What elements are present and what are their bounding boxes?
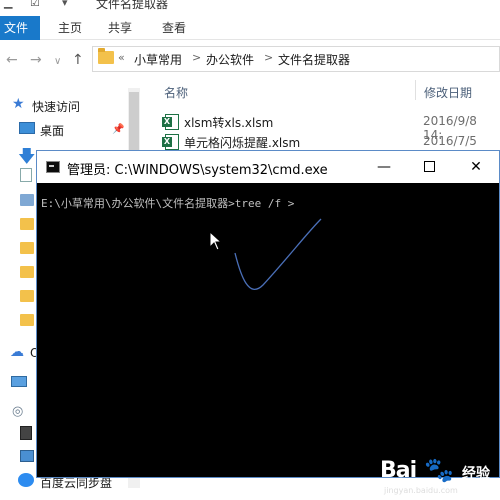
cmd-window[interactable]: 管理员: C:\WINDOWS\system32\cmd.exe — ✕ E:\…: [36, 150, 500, 478]
watermark-brand-cn: 经验: [462, 466, 490, 482]
breadcrumb-separator: >: [192, 51, 202, 64]
paw-icon: 🐾: [424, 456, 454, 484]
cmd-prompt: E:\小草常用\办公软件\文件名提取器>: [41, 197, 235, 210]
pictures-icon: [20, 450, 34, 462]
recent-locations-icon[interactable]: ∨: [54, 56, 61, 67]
this-pc-icon: [11, 376, 27, 387]
network-icon: ◎: [12, 404, 24, 419]
maximize-icon: [424, 161, 435, 172]
quick-access-dropdown-icon[interactable]: ▾: [62, 0, 68, 9]
quick-access-properties-icon[interactable]: ☑: [30, 0, 40, 9]
folder-icon: [20, 266, 34, 278]
baidu-jingyan-watermark: Bai 🐾 经验 jingyan.baidu.com: [380, 452, 500, 495]
excel-file-icon: [162, 114, 179, 130]
explorer-title-bar: ▁ ☑ ▾ 文件名提取器: [0, 0, 500, 14]
nav-scrollbar-thumb[interactable]: [129, 92, 139, 152]
pen-stroke-annotation: [234, 218, 322, 291]
star-icon: ★: [12, 96, 25, 112]
folder-icon: [98, 48, 114, 64]
picture-folder-icon: [20, 194, 34, 206]
close-icon: ✕: [470, 159, 482, 175]
address-chevron-icon[interactable]: «: [118, 51, 125, 64]
excel-file-icon: [162, 134, 179, 150]
console-icon: [46, 161, 60, 173]
up-arrow-icon[interactable]: ↑: [72, 52, 84, 68]
folder-icon: [20, 242, 34, 254]
tab-share[interactable]: 共享: [108, 16, 132, 40]
file-row[interactable]: xlsm转xls.xlsm 2016/9/8 14:: [140, 112, 500, 142]
column-header-modified[interactable]: 修改日期: [424, 84, 472, 101]
folder-icon: [20, 314, 34, 326]
sidebar-item-desktop[interactable]: 桌面: [40, 122, 64, 139]
videos-icon: [20, 426, 32, 440]
file-row[interactable]: 单元格闪烁提醒.xlsm 2016/7/5 10:: [140, 132, 500, 162]
explorer-window-title: 文件名提取器: [96, 0, 169, 11]
desktop-icon: [19, 122, 35, 134]
tab-view[interactable]: 查看: [162, 16, 186, 40]
breadcrumb-item[interactable]: 小草常用: [134, 51, 182, 68]
breadcrumb-item[interactable]: 办公软件: [206, 51, 254, 68]
onedrive-cloud-icon: ☁: [10, 344, 24, 360]
column-header-name[interactable]: 名称: [164, 84, 188, 101]
file-name: 单元格闪烁提醒.xlsm: [184, 136, 301, 150]
file-name: xlsm转xls.xlsm: [184, 116, 274, 130]
cmd-title-bar[interactable]: 管理员: C:\WINDOWS\system32\cmd.exe — ✕: [37, 151, 499, 183]
back-arrow-icon[interactable]: ←: [6, 52, 18, 68]
ribbon-tabs: 文件 主页 共享 查看: [0, 16, 500, 40]
document-icon: [20, 168, 32, 182]
mouse-pointer-icon: [209, 231, 223, 251]
forward-arrow-icon[interactable]: →: [30, 52, 42, 68]
cmd-console-area[interactable]: E:\小草常用\办公软件\文件名提取器>tree /f >: [37, 183, 499, 477]
baidu-cloud-icon: [18, 473, 34, 487]
watermark-url: jingyan.baidu.com: [384, 486, 458, 495]
watermark-brand: Bai: [380, 458, 417, 483]
pin-icon[interactable]: 📌: [112, 124, 124, 135]
folder-icon: [20, 218, 34, 230]
close-button[interactable]: ✕: [453, 151, 499, 183]
minimize-button[interactable]: —: [361, 151, 407, 183]
quick-access-folder-icon[interactable]: ▁: [4, 0, 12, 9]
maximize-button[interactable]: [407, 151, 453, 183]
breadcrumb-item[interactable]: 文件名提取器: [278, 51, 350, 68]
folder-icon: [20, 290, 34, 302]
sidebar-item-quick-access[interactable]: 快速访问: [32, 98, 80, 115]
minimize-icon: —: [377, 159, 391, 175]
tab-home[interactable]: 主页: [58, 16, 82, 40]
tab-file[interactable]: 文件: [0, 16, 40, 40]
breadcrumb-separator: >: [264, 51, 274, 64]
cmd-window-title: 管理员: C:\WINDOWS\system32\cmd.exe: [67, 163, 328, 178]
column-divider[interactable]: [415, 80, 416, 100]
